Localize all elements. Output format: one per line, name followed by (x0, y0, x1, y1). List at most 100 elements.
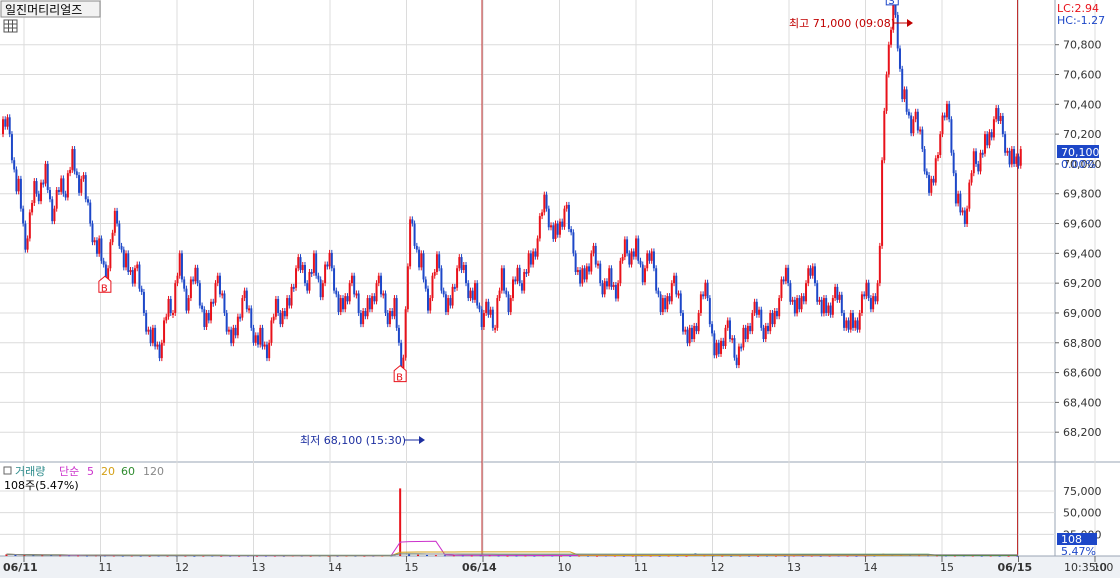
candle-body (87, 199, 89, 203)
grid-toggle-icon[interactable] (3, 19, 18, 33)
candle-body (192, 279, 195, 282)
candle-body (746, 325, 749, 340)
candle-body (813, 266, 816, 284)
candle-body (257, 335, 259, 345)
candle-body (617, 283, 620, 299)
candle-body (113, 210, 116, 233)
candle-body (424, 279, 427, 289)
candle-body (574, 253, 577, 272)
candle-body (512, 279, 514, 299)
candle-body (51, 199, 54, 222)
price-tick-label: 68,800 (1063, 337, 1102, 350)
candle-body (290, 286, 293, 306)
volume-panel-icon[interactable] (3, 466, 12, 475)
signal-label: S (888, 0, 894, 7)
candle-body (355, 293, 358, 296)
candle-body (890, 29, 893, 45)
stock-chart[interactable]: 68,200 68,400 68,600 68,800 69,000 69,200 69,4… (0, 0, 1120, 578)
candle-body (518, 267, 521, 284)
candle-body (17, 178, 20, 192)
candle-body (259, 327, 262, 345)
candle-body (335, 290, 338, 295)
time-tick-label: 06/11 (3, 561, 38, 574)
candle-body (697, 312, 700, 332)
candle-body (605, 281, 608, 287)
candle-body (847, 320, 850, 330)
candle-body (98, 238, 101, 254)
volume-bar (426, 554, 428, 556)
candle-body (460, 257, 463, 271)
signal-label: B (396, 373, 403, 384)
candle-body (22, 208, 25, 224)
candle-body (281, 311, 284, 325)
candle-body (677, 293, 680, 296)
candle-body (487, 301, 490, 315)
candle-body (491, 309, 494, 328)
candle-body (717, 342, 720, 354)
candle-body (648, 253, 651, 261)
candle-body (230, 329, 233, 344)
candle-body (429, 298, 432, 311)
candle-body (227, 329, 230, 332)
candle-body (368, 298, 371, 310)
candle-body (845, 320, 848, 328)
candle-body (1013, 149, 1016, 164)
candle-body (122, 249, 125, 268)
candle-body (780, 279, 783, 299)
candle-body (33, 181, 36, 203)
candle-body (163, 320, 166, 343)
candle-body (827, 305, 830, 313)
candle-body (53, 208, 56, 222)
candle-body (169, 298, 172, 313)
candle-body (585, 266, 588, 280)
candle-body (480, 309, 483, 327)
candle-body (174, 283, 177, 313)
candle-body (970, 173, 973, 183)
candle-body (885, 74, 888, 111)
candle-body (764, 325, 767, 340)
candle-body (393, 298, 396, 317)
price-tick-label: 68,200 (1063, 426, 1102, 439)
candle-body (610, 268, 613, 287)
candle-body (391, 311, 394, 317)
candle-body (702, 294, 705, 297)
candle-body (820, 299, 823, 314)
candle-body (865, 282, 868, 297)
candle-body (818, 299, 821, 302)
candle-body (805, 283, 808, 302)
candle-body (82, 175, 85, 179)
candle-body (91, 223, 94, 243)
time-tick-label: 10 (558, 561, 572, 574)
candle-body (523, 271, 526, 291)
candle-body (427, 288, 429, 311)
candle-body (232, 327, 235, 344)
candle-body (350, 275, 353, 284)
candle-body (657, 290, 660, 295)
candle-body (525, 271, 528, 274)
candle-body (800, 296, 803, 310)
candle-body (386, 312, 389, 325)
time-tick-label: 06/14 (462, 561, 497, 574)
candle-body (558, 221, 561, 235)
candle-body (543, 194, 546, 213)
candle-body (603, 281, 606, 295)
candle-body (928, 175, 931, 193)
time-tick-label: 13 (787, 561, 801, 574)
candle-body (711, 324, 714, 334)
candle-body (954, 173, 957, 204)
candle-body (802, 296, 805, 302)
candle-body (594, 245, 597, 265)
candle-body (939, 134, 942, 155)
candle-body (156, 344, 159, 347)
candle-body (406, 266, 409, 310)
candle-body (348, 283, 351, 302)
candle-body (650, 251, 653, 261)
candle-body (180, 253, 183, 280)
candle-body (71, 149, 74, 170)
candle-body (140, 288, 143, 292)
candle-body (178, 253, 181, 276)
candle-body (726, 320, 729, 328)
current-volume-pct: 5.47% (1061, 545, 1096, 558)
candle-body (339, 298, 342, 313)
candle-body (40, 182, 43, 202)
